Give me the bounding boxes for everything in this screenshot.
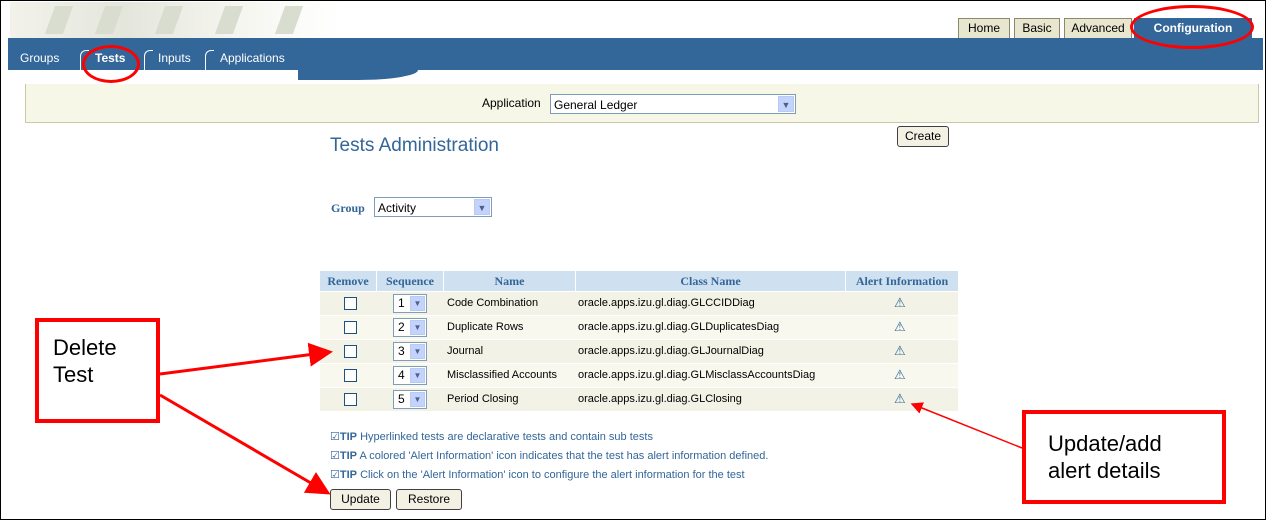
annotation-arrows	[159, 342, 1023, 495]
arrow-to-remove-checkbox	[159, 342, 333, 376]
arrow-to-alert-icon	[910, 402, 1023, 449]
arrow-to-update-button	[159, 393, 331, 495]
